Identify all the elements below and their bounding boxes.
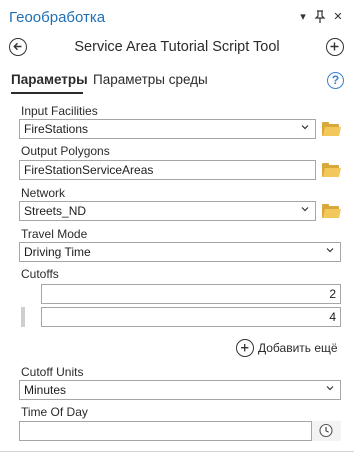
plus-icon xyxy=(236,339,254,357)
cutoff-units-select[interactable]: Minutes xyxy=(19,380,341,400)
output-polygons-label: Output Polygons xyxy=(21,144,110,158)
pin-icon[interactable] xyxy=(313,10,327,24)
cutoff-units-label: Cutoff Units xyxy=(21,365,84,379)
pane-titlebar: Геообработка ▾ ✕ xyxy=(0,0,354,36)
close-icon[interactable]: ✕ xyxy=(331,10,345,24)
pane-menu-dropdown[interactable]: ▾ xyxy=(296,10,310,24)
chevron-down-icon xyxy=(301,207,309,212)
add-more-label: Добавить ещё xyxy=(258,341,338,355)
pane-title: Геообработка xyxy=(9,9,106,26)
cutoff-units-value: Minutes xyxy=(24,383,67,397)
chevron-down-icon xyxy=(301,125,309,130)
network-select[interactable]: Streets_ND xyxy=(19,201,316,221)
cutoff-value-field[interactable]: 4 xyxy=(41,307,341,327)
input-facilities-select[interactable]: FireStations xyxy=(19,119,316,139)
add-icon[interactable] xyxy=(326,38,344,56)
tool-title: Service Area Tutorial Script Tool xyxy=(74,39,280,55)
cutoffs-label: Cutoffs xyxy=(21,267,59,281)
input-facilities-label: Input Facilities xyxy=(21,104,98,118)
clock-icon xyxy=(319,423,333,438)
time-picker-button[interactable] xyxy=(311,421,341,441)
tabs-bar: Параметры Параметры среды ? xyxy=(0,70,354,96)
network-label: Network xyxy=(21,186,66,200)
input-facilities-value: FireStations xyxy=(24,122,89,136)
active-tab-indicator xyxy=(11,92,83,94)
chevron-down-icon xyxy=(326,386,334,391)
time-of-day-label: Time Of Day xyxy=(21,405,88,419)
tab-environments[interactable]: Параметры среды xyxy=(93,72,208,87)
tab-parameters[interactable]: Параметры xyxy=(11,72,88,87)
back-icon[interactable] xyxy=(9,38,27,56)
travel-mode-label: Travel Mode xyxy=(21,227,88,241)
tool-header: Service Area Tutorial Script Tool xyxy=(0,36,354,62)
chevron-down-icon xyxy=(326,248,334,253)
help-icon[interactable]: ? xyxy=(327,72,344,89)
output-polygons-value: FireStationServiceAreas xyxy=(24,163,154,177)
folder-icon[interactable] xyxy=(322,163,341,177)
network-value: Streets_ND xyxy=(24,204,87,218)
row-drag-handle[interactable] xyxy=(21,307,25,327)
travel-mode-value: Driving Time xyxy=(24,245,91,259)
cutoff-value-field[interactable]: 2 xyxy=(41,284,341,304)
time-of-day-input[interactable] xyxy=(19,421,341,441)
output-polygons-input[interactable]: FireStationServiceAreas xyxy=(19,160,316,180)
folder-icon[interactable] xyxy=(322,122,341,136)
folder-icon[interactable] xyxy=(322,204,341,218)
travel-mode-select[interactable]: Driving Time xyxy=(19,242,341,262)
